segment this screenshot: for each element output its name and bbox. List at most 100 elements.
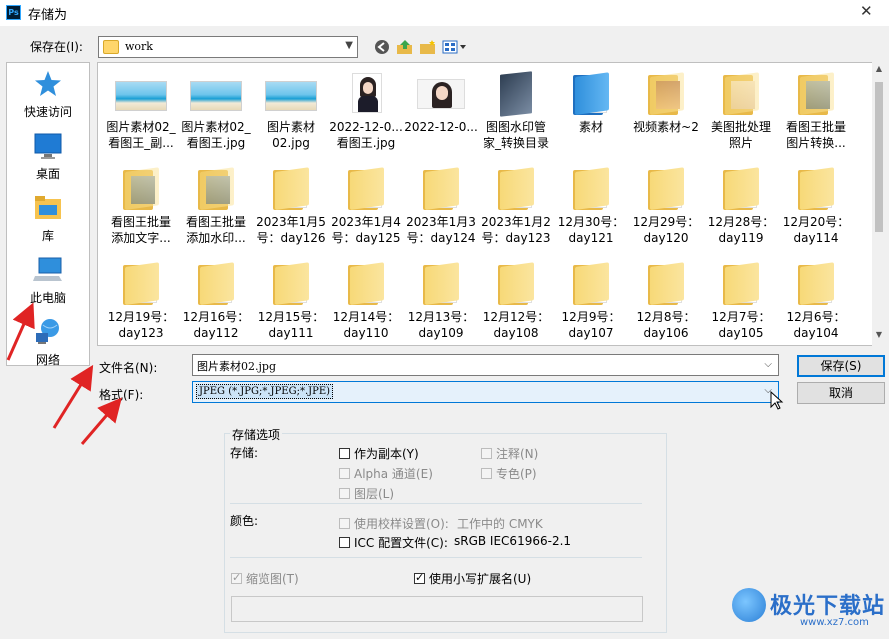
folder-icon — [488, 261, 544, 305]
checkbox-box[interactable] — [339, 537, 350, 548]
vertical-scrollbar[interactable]: ▲ ▼ — [872, 62, 886, 346]
checkbox-box[interactable] — [339, 468, 350, 479]
folder-icon — [188, 261, 244, 305]
file-item[interactable]: 12月19号： day123 — [102, 261, 180, 345]
spot-color-checkbox[interactable]: 专色(P) — [481, 465, 537, 482]
file-item[interactable]: 12月8号： day106 — [627, 261, 705, 345]
file-item[interactable]: 12月6号： day104 — [777, 261, 855, 345]
image-thumbnail — [338, 71, 394, 115]
file-item[interactable]: 12月30号： day121 — [552, 166, 630, 260]
view-menu-button[interactable] — [441, 37, 469, 57]
file-item[interactable]: 12月9号： day107 — [552, 261, 630, 345]
save-in-label: 保存在(I): — [30, 40, 83, 54]
folder-icon — [563, 71, 619, 115]
layers-checkbox[interactable]: 图层(L) — [339, 485, 394, 502]
format-label: 格式(F): — [99, 388, 144, 402]
file-item[interactable]: 12月13号： day109 — [402, 261, 480, 345]
chevron-down-icon[interactable]: ⌵ — [764, 359, 772, 370]
file-name-line: 12月20号： — [782, 215, 850, 229]
file-name-line: day120 — [643, 231, 689, 245]
chevron-down-icon[interactable]: ▼ — [345, 40, 353, 51]
file-item[interactable]: 12月28号： day119 — [702, 166, 780, 260]
icc-profile-checkbox[interactable]: ICC 配置文件(C): — [339, 534, 448, 551]
lowercase-extension-checkbox[interactable]: 使用小写扩展名(U) — [414, 570, 531, 587]
watermark-logo-icon — [732, 588, 766, 622]
folder-icon — [103, 40, 119, 54]
cancel-button[interactable]: 取消 — [797, 382, 885, 404]
file-name-line: 图片素材 — [266, 120, 315, 134]
file-item[interactable]: 看图王批量 图片转换... — [777, 71, 855, 165]
file-item[interactable]: 素材 — [552, 71, 630, 165]
file-item[interactable]: 12月7号： day105 — [702, 261, 780, 345]
notes-checkbox[interactable]: 注释(N) — [481, 445, 538, 462]
scroll-thumb[interactable] — [875, 82, 883, 232]
file-name-line: 12月29号： — [632, 215, 700, 229]
checkbox-box[interactable] — [481, 468, 492, 479]
file-item[interactable]: 2023年1月2 号：day123 — [477, 166, 555, 260]
close-icon[interactable]: ✕ — [860, 2, 873, 20]
place-this-pc[interactable]: 此电脑 — [7, 255, 89, 306]
scroll-down-icon[interactable]: ▼ — [872, 330, 886, 344]
title-bar: Ps 存储为 ✕ — [0, 0, 889, 26]
storage-label: 存储: — [230, 446, 259, 460]
folder-icon — [788, 71, 844, 115]
file-item[interactable]: 12月12号： day108 — [477, 261, 555, 345]
places-bar: 快速访问 桌面 库 此电脑 网络 — [6, 62, 90, 368]
file-item[interactable]: 12月20号： day114 — [777, 166, 855, 260]
file-name-line: 素材 — [578, 120, 603, 134]
checkbox-box[interactable] — [231, 571, 242, 584]
file-item[interactable]: 视频素材~2 — [627, 71, 705, 165]
place-quick-access[interactable]: 快速访问 — [7, 69, 89, 120]
file-item[interactable]: 12月29号： day120 — [627, 166, 705, 260]
file-name-line: 图片素材02_ — [181, 120, 251, 134]
file-item[interactable]: 2023年1月5 号：day126 — [252, 166, 330, 260]
computer-icon — [33, 257, 62, 281]
file-item[interactable]: 2023年1月4 号：day125 — [327, 166, 405, 260]
file-item[interactable]: 看图王批量 添加水印... — [177, 166, 255, 260]
as-copy-checkbox[interactable]: 作为副本(Y) — [339, 445, 419, 462]
scroll-up-icon[interactable]: ▲ — [872, 64, 886, 78]
star-icon — [35, 71, 61, 96]
file-name-line: 2023年1月5 — [256, 215, 326, 229]
up-folder-button[interactable] — [395, 37, 415, 57]
file-item[interactable]: 2022-12-0... 看图王.jpg — [327, 71, 405, 165]
format-select[interactable]: JPEG (*.JPG;*.JPEG;*.JPE) ⌵ — [192, 381, 779, 403]
folder-icon — [788, 261, 844, 305]
folder-icon — [563, 166, 619, 210]
file-item[interactable]: 图图水印管 家_转换目录 — [477, 71, 555, 165]
alpha-channel-checkbox[interactable]: Alpha 通道(E) — [339, 465, 433, 482]
checkbox-box[interactable] — [339, 518, 350, 529]
checkbox-box[interactable] — [481, 448, 492, 459]
file-name-line: 12月19号： — [107, 310, 175, 324]
file-item[interactable]: 12月16号： day112 — [177, 261, 255, 345]
place-label: 网络 — [35, 353, 60, 367]
back-button[interactable] — [372, 37, 392, 57]
checkbox-box[interactable] — [414, 571, 425, 584]
file-item[interactable]: 图片素材 02.jpg — [252, 71, 330, 165]
file-item[interactable]: 看图王批量 添加文字... — [102, 166, 180, 260]
filename-input[interactable]: 图片素材02.jpg ⌵ — [192, 354, 779, 376]
checkbox-box[interactable] — [339, 448, 350, 459]
place-desktop[interactable]: 桌面 — [7, 131, 89, 182]
save-in-combo[interactable]: work ▼ — [98, 36, 358, 58]
file-item[interactable]: 美图批处理 照片 — [702, 71, 780, 165]
color-label: 颜色: — [230, 514, 259, 528]
checkbox-box[interactable] — [339, 488, 350, 499]
thumbnail-checkbox[interactable]: 缩览图(T) — [231, 570, 299, 587]
image-thumbnail — [188, 71, 244, 115]
file-name-line: 号：day124 — [406, 231, 476, 245]
use-proof-checkbox[interactable]: 使用校样设置(O): — [339, 515, 449, 532]
file-item[interactable]: 2023年1月3 号：day124 — [402, 166, 480, 260]
new-folder-button[interactable] — [418, 37, 438, 57]
file-list[interactable]: 图片素材02_ 看图王_副... 图片素材02_ 看图王.jpg 图片素材 02.jpg 2… — [97, 62, 880, 346]
file-item[interactable]: 12月14号： day110 — [327, 261, 405, 345]
save-button[interactable]: 保存(S) — [797, 355, 885, 377]
place-network[interactable]: 网络 — [7, 317, 89, 368]
file-item[interactable]: 图片素材02_ 看图王_副... — [102, 71, 180, 165]
file-item[interactable]: 图片素材02_ 看图王.jpg — [177, 71, 255, 165]
photoshop-icon: Ps — [6, 5, 21, 20]
file-item[interactable]: 2022-12-0... — [402, 71, 480, 165]
icc-profile-value: sRGB IEC61966-2.1 — [454, 534, 572, 548]
place-library[interactable]: 库 — [7, 193, 89, 244]
file-item[interactable]: 12月15号： day111 — [252, 261, 330, 345]
